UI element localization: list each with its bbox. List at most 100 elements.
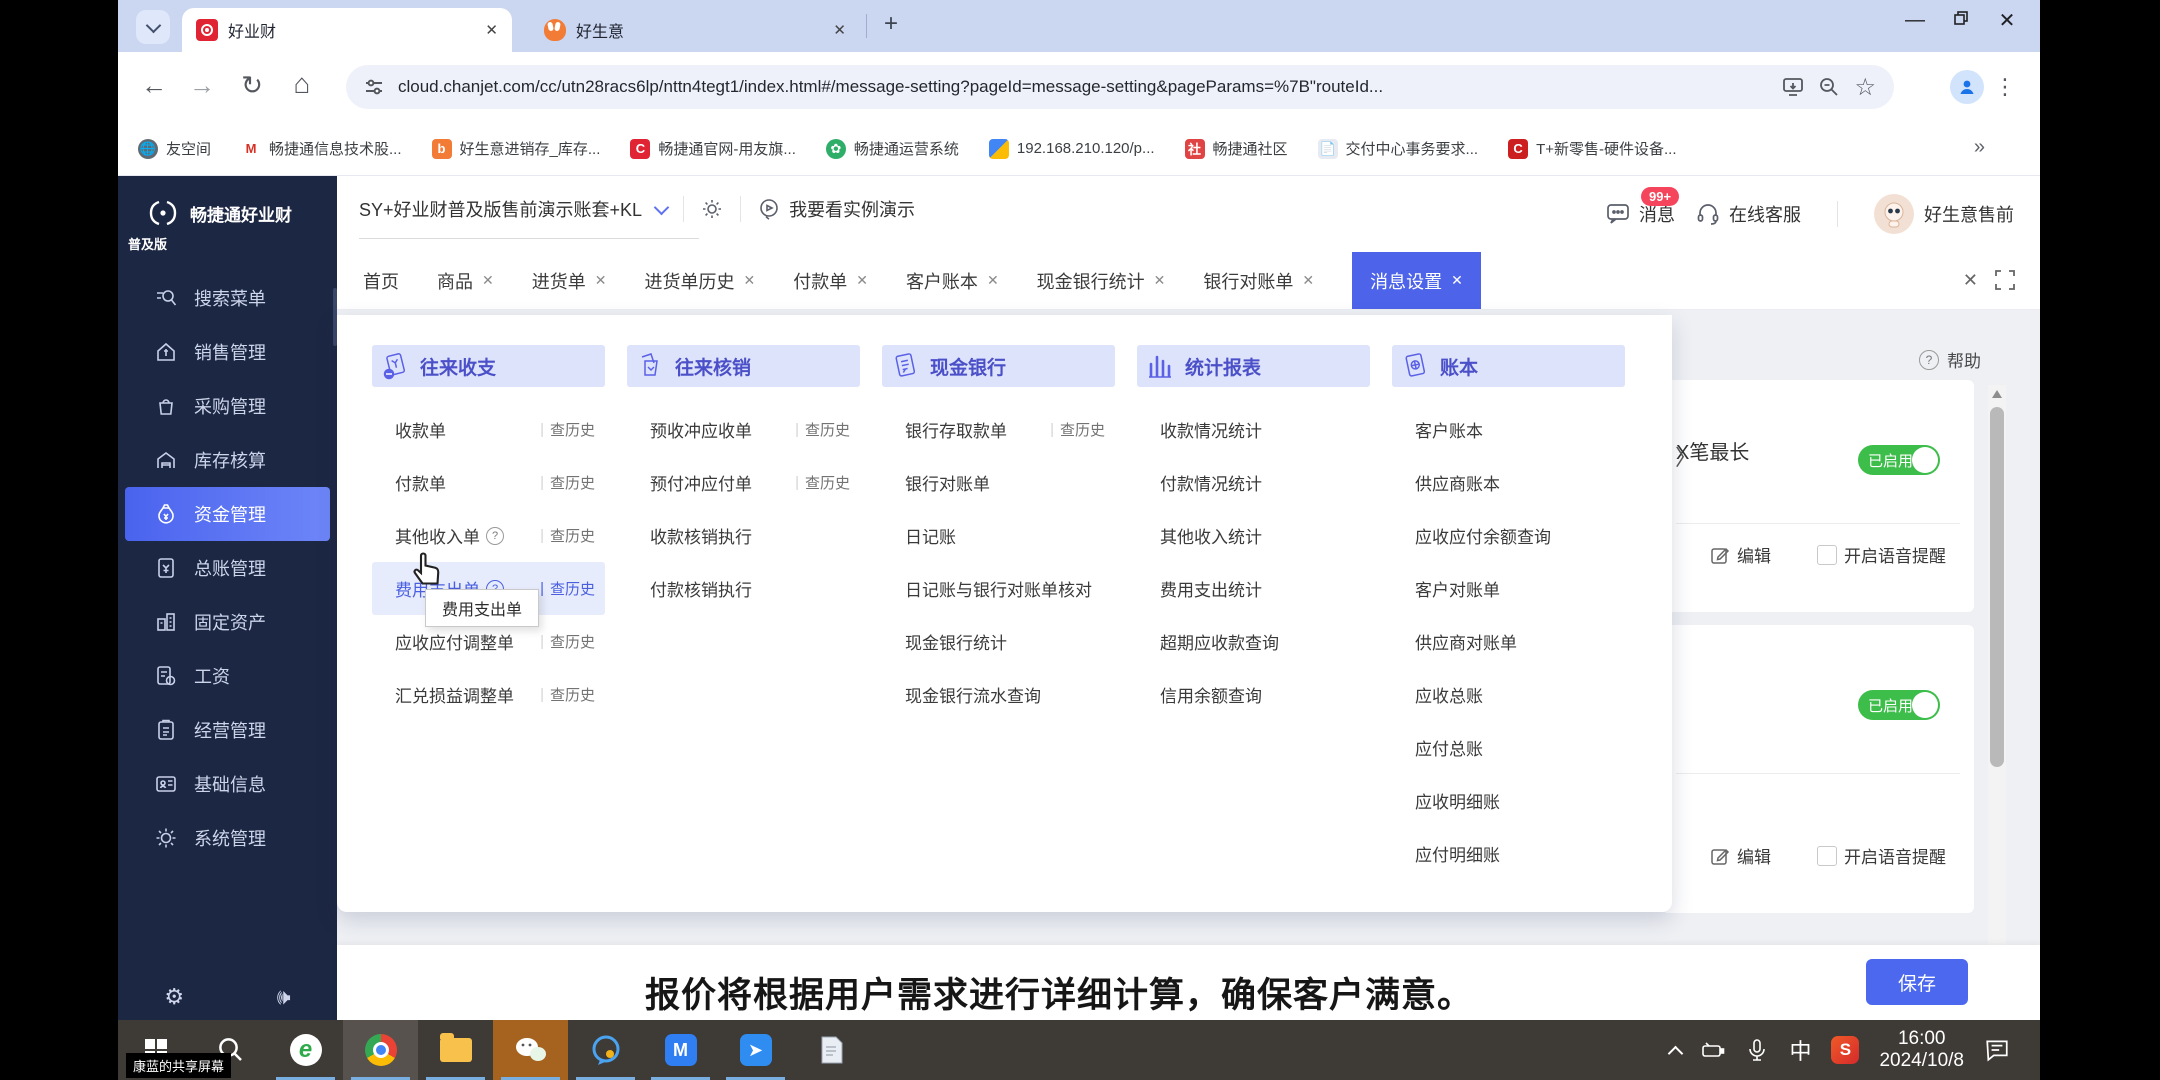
bookmark-item[interactable]: b 好生意进销存_库存... (431, 138, 600, 159)
scroll-up-arrow[interactable] (1992, 390, 2002, 398)
panel-expand-arrow[interactable]: 〉 (1675, 440, 1697, 472)
online-service-button[interactable]: 在线客服 (1695, 201, 1801, 227)
microphone-icon[interactable] (1745, 1038, 1769, 1062)
bookmark-item[interactable]: C 畅捷通官网-用友旗... (630, 138, 796, 159)
bookmarks-overflow-icon[interactable]: » (1974, 136, 1985, 159)
page-tab[interactable]: 进货单 ✕ (532, 268, 607, 294)
close-icon[interactable]: ✕ (987, 272, 999, 289)
cast-icon[interactable] (1782, 76, 1804, 98)
page-tab[interactable]: 商品 ✕ (437, 268, 494, 294)
menu-item[interactable]: 收款单 | 查历史 (372, 403, 605, 456)
menu-item[interactable]: 现金银行统计 (882, 615, 1115, 668)
save-button[interactable]: 保存 (1866, 959, 1968, 1005)
user-menu[interactable]: 好生意售前 (1874, 194, 2014, 234)
account-selector[interactable]: SY+好业财普及版售前演示账套+KL (359, 196, 642, 222)
edit-button[interactable]: 编辑 (1710, 542, 1771, 567)
sidebar-item-operations[interactable]: 经营管理 (118, 703, 337, 757)
fullscreen-icon[interactable] (1994, 269, 2016, 291)
menu-item[interactable]: 其他收入单? | 查历史 (372, 509, 605, 562)
sogou-icon[interactable]: S (1831, 1036, 1860, 1064)
close-icon[interactable]: ✕ (856, 272, 868, 289)
menu-item[interactable]: 应收应付余额查询 (1392, 509, 1625, 562)
browser-tab-active[interactable]: 好业财 ✕ (182, 8, 512, 52)
browser-profile-avatar[interactable] (1950, 70, 1984, 104)
bookmark-item[interactable]: ✿ 畅捷通运营系统 (825, 138, 959, 159)
menu-item[interactable]: 费用支出统计 (1137, 562, 1370, 615)
enabled-toggle[interactable]: 已启用 (1858, 690, 1940, 720)
sidebar-item-fixed-assets[interactable]: 固定资产 (118, 595, 337, 649)
menu-item[interactable]: 客户账本 (1392, 403, 1625, 456)
bookmark-item[interactable]: 社畅捷通社区 (1184, 138, 1288, 159)
edit-button[interactable]: 编辑 (1710, 843, 1771, 868)
help-link[interactable]: ? 帮助 (1913, 347, 1981, 372)
ime-indicator[interactable]: 中 (1789, 1034, 1811, 1066)
voice-reminder-checkbox[interactable]: 开启语音提醒 (1817, 843, 1946, 868)
sidebar-item-funds[interactable]: 资金管理 (125, 487, 330, 541)
menu-item[interactable]: 付款核销执行 (627, 562, 860, 615)
menu-item[interactable]: 收款情况统计 (1137, 403, 1370, 456)
close-all-tabs-icon[interactable]: ✕ (1963, 270, 1978, 291)
view-history-link[interactable]: | 查历史 (1050, 419, 1105, 440)
view-history-link[interactable]: | 查历史 (540, 472, 595, 493)
voice-reminder-checkbox[interactable]: 开启语音提醒 (1817, 542, 1946, 567)
menu-item[interactable]: 应付明细账 (1392, 827, 1625, 880)
speaker-icon[interactable]: 🕪 (277, 984, 291, 1010)
home-icon[interactable]: ⌂ (280, 68, 324, 100)
content-scrollbar[interactable] (1988, 385, 2006, 975)
help-tip-icon[interactable]: ? (486, 526, 504, 545)
menu-item[interactable]: 现金银行流水查询 (882, 668, 1115, 721)
close-icon[interactable]: ✕ (1154, 272, 1166, 289)
menu-item[interactable]: 超期应收款查询 (1137, 615, 1370, 668)
menu-item[interactable]: 供应商对账单 (1392, 615, 1625, 668)
zoom-out-icon[interactable] (1818, 76, 1840, 98)
browser-menu-icon[interactable]: ⋮ (1994, 74, 2016, 100)
battery-icon[interactable] (1701, 1038, 1725, 1062)
taskbar-qq-button[interactable] (568, 1020, 643, 1080)
page-tab[interactable]: 银行对账单 ✕ (1203, 268, 1314, 294)
menu-item[interactable]: 银行对账单 (882, 456, 1115, 509)
close-tab-icon[interactable]: ✕ (833, 21, 846, 39)
scrollbar-thumb[interactable] (1990, 407, 2004, 767)
taskbar-ie-button[interactable]: e (268, 1020, 343, 1080)
tray-expand-icon[interactable] (1668, 1045, 1684, 1061)
menu-item[interactable]: 预收冲应收单 | 查历史 (627, 403, 860, 456)
restore-button[interactable] (1938, 9, 1984, 32)
bookmark-item[interactable]: 🌐 友空间 (138, 138, 211, 159)
menu-item[interactable]: 其他收入统计 (1137, 509, 1370, 562)
close-icon[interactable]: ✕ (1302, 272, 1314, 289)
menu-item[interactable]: 客户对账单 (1392, 562, 1625, 615)
menu-item[interactable]: 汇兑损益调整单 | 查历史 (372, 668, 605, 721)
enabled-toggle[interactable]: 已启用 (1858, 445, 1940, 475)
close-icon[interactable]: ✕ (743, 272, 755, 289)
view-history-link[interactable]: | 查历史 (540, 684, 595, 705)
page-tab-home[interactable]: 首页 (363, 268, 399, 294)
notification-center-icon[interactable] (1984, 1037, 2010, 1063)
menu-item[interactable]: 银行存取款单 | 查历史 (882, 403, 1115, 456)
settings-gear-icon[interactable]: ⚙ (164, 984, 184, 1010)
messages-button[interactable]: 消息 99+ (1605, 187, 1680, 227)
bookmark-item[interactable]: 📄 交付中心事务要求... (1317, 138, 1478, 159)
browser-tab-2[interactable]: 好生意 ✕ (530, 8, 860, 52)
view-history-link[interactable]: | 查历史 (540, 525, 595, 546)
menu-item[interactable]: 预付冲应付单 | 查历史 (627, 456, 860, 509)
page-tab[interactable]: 现金银行统计 ✕ (1037, 268, 1166, 294)
menu-item[interactable]: 应付总账 (1392, 721, 1625, 774)
page-tab[interactable]: 进货单历史 ✕ (644, 268, 755, 294)
close-icon[interactable]: ✕ (482, 272, 494, 289)
close-window-button[interactable]: ✕ (1984, 8, 2030, 33)
forward-icon[interactable]: → (180, 70, 224, 101)
view-history-link[interactable]: | 查历史 (795, 472, 850, 493)
view-history-link[interactable]: | 查历史 (795, 419, 850, 440)
close-tab-icon[interactable]: ✕ (485, 21, 498, 39)
menu-item[interactable]: 付款单 | 查历史 (372, 456, 605, 509)
bookmark-item[interactable]: C T+新零售-硬件设备... (1508, 138, 1676, 159)
minimize-button[interactable]: — (1892, 9, 1938, 32)
chevron-down-icon[interactable] (653, 199, 670, 215)
view-history-link[interactable]: | 查历史 (540, 419, 595, 440)
back-icon[interactable]: ← (132, 70, 176, 101)
view-history-link[interactable]: | 查历史 (540, 578, 595, 599)
sidebar-item-salary[interactable]: 工资 (118, 649, 337, 703)
view-history-link[interactable]: | 查历史 (540, 631, 595, 652)
new-tab-button[interactable]: + (884, 10, 898, 38)
menu-item[interactable]: 付款情况统计 (1137, 456, 1370, 509)
